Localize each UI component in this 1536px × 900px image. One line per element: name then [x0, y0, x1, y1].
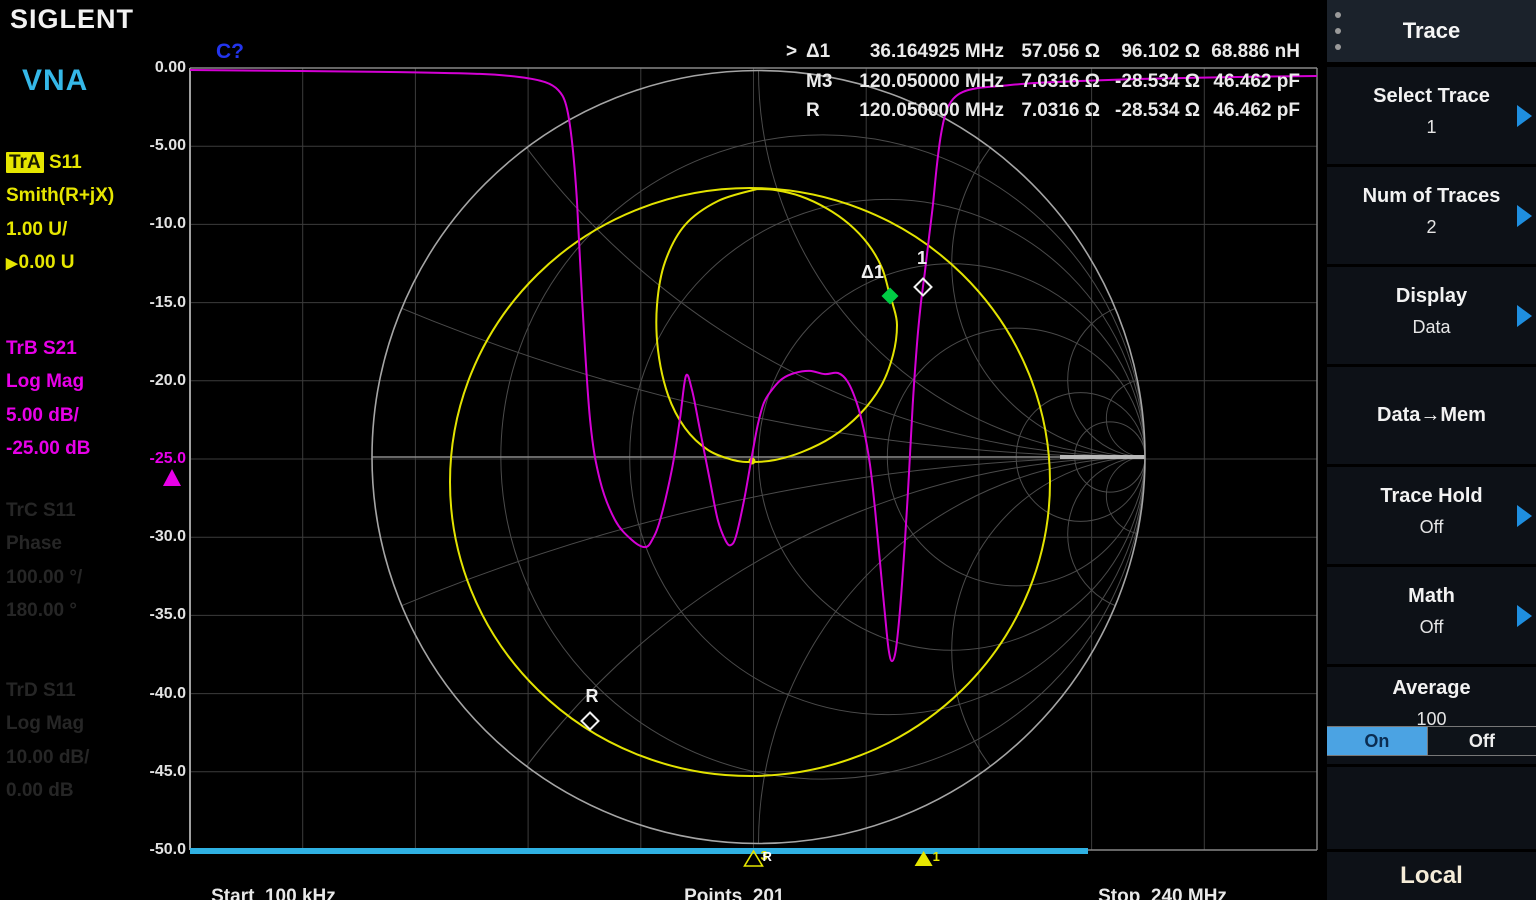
svg-text:R: R — [586, 686, 599, 706]
s11-trace — [450, 188, 1050, 776]
points-count[interactable]: Points 201 — [663, 864, 784, 900]
trace-TrD-detail: 10.00 dB/ — [6, 747, 89, 769]
sweep-progress-bar — [190, 848, 1088, 854]
y-axis-label: -20.0 — [124, 372, 186, 390]
chart-marker-R[interactable]: R — [582, 686, 599, 730]
submenu-arrow-icon — [1517, 605, 1532, 627]
trace-selector-TrC[interactable]: TrC S11 — [6, 500, 76, 522]
menu-drag-handle-icon — [1335, 12, 1341, 50]
marker-readout-row-R: R120.050000 MHz7.0316 Ω-28.534 Ω46.462 p… — [786, 100, 1300, 122]
menu-button-data-mem[interactable]: Data→Mem — [1327, 367, 1536, 464]
trace-selector-TrA[interactable]: TrA S11 — [6, 152, 82, 174]
y-axis-label: -30.0 — [124, 528, 186, 546]
trace-TrD-detail: Log Mag — [6, 713, 84, 735]
smith-grid — [0, 0, 1536, 900]
trace-TrC-detail: 180.00 ° — [6, 600, 77, 622]
menu-button-value: 2 — [1327, 217, 1536, 238]
y-axis-label: -40.0 — [124, 685, 186, 703]
y-axis-label: -35.0 — [124, 606, 186, 624]
brand-logo: SIGLENT — [10, 4, 134, 35]
menu-button-select-trace[interactable]: Select Trace 1 — [1327, 67, 1536, 164]
trace-selector-TrB[interactable]: TrB S21 — [6, 338, 77, 360]
vna-screen: Δ11R3R1 SIGLENT VNA C? TrA S11Smith(R+jX… — [0, 0, 1536, 900]
average-toggle: OnOff — [1327, 726, 1536, 756]
trace-TrA-detail: Smith(R+jX) — [6, 185, 114, 207]
menu-button-label: Average — [1327, 677, 1536, 700]
toggle-on-option[interactable]: On — [1327, 727, 1427, 755]
menu-button-value: 1 — [1327, 117, 1536, 138]
local-button[interactable]: Local — [1327, 852, 1536, 900]
svg-text:R: R — [763, 849, 773, 864]
svg-text:1: 1 — [917, 248, 927, 268]
svg-text:Δ1: Δ1 — [861, 262, 884, 282]
start-frequency[interactable]: Start 100 kHz — [190, 864, 336, 900]
trace-TrB-detail: Log Mag — [6, 371, 84, 393]
trace-selector-TrD[interactable]: TrD S11 — [6, 680, 76, 702]
menu-button-label: Trace Hold — [1327, 485, 1536, 508]
trace-TrC-detail: Phase — [6, 533, 62, 555]
menu-button-display[interactable]: Display Data — [1327, 267, 1536, 364]
y-axis-label: 0.00 — [124, 59, 186, 77]
y-axis-label: -10.0 — [124, 215, 186, 233]
marker-readout-row-M3: M3120.050000 MHz7.0316 Ω-28.534 Ω46.462 … — [786, 71, 1300, 93]
menu-button-value: Off — [1327, 517, 1536, 538]
menu-title: Trace — [1403, 18, 1461, 44]
trace-TrC-detail: 100.00 °/ — [6, 567, 82, 589]
toggle-off-option[interactable]: Off — [1427, 727, 1536, 755]
menu-button-average[interactable]: Average100OnOff — [1327, 667, 1536, 764]
submenu-arrow-icon — [1517, 305, 1532, 327]
menu-empty-slot — [1327, 767, 1536, 849]
y-axis-label: -25.0 — [124, 450, 186, 468]
svg-text:1: 1 — [933, 849, 940, 864]
y-axis-label: -5.00 — [124, 137, 186, 155]
trace-TrA-detail: 1.00 U/ — [6, 219, 67, 241]
menu-button-num-of-traces[interactable]: Num of Traces 2 — [1327, 167, 1536, 264]
soft-menu-panel: Trace Select Trace 1 Num of Traces 2 Display… — [1327, 0, 1536, 900]
submenu-arrow-icon — [1517, 505, 1532, 527]
submenu-arrow-icon — [1517, 205, 1532, 227]
cal-status-indicator: C? — [216, 40, 244, 64]
ref-level-marker[interactable] — [163, 469, 181, 486]
ref-value-arrow-icon: ▶ — [6, 255, 18, 272]
menu-button-value: Off — [1327, 617, 1536, 638]
stop-frequency[interactable]: Stop 240 MHz — [1077, 864, 1227, 900]
menu-button-label: Display — [1327, 285, 1536, 308]
menu-header[interactable]: Trace — [1327, 0, 1536, 64]
menu-button-math[interactable]: Math Off — [1327, 567, 1536, 664]
menu-button-label: Math — [1327, 585, 1536, 608]
trace-TrB-detail: 5.00 dB/ — [6, 405, 79, 427]
trace-TrA-detail: ▶0.00 U — [6, 252, 75, 274]
menu-button-label: Select Trace — [1327, 85, 1536, 108]
marker-readout-row-Δ1: >Δ136.164925 MHz57.056 Ω96.102 Ω68.886 n… — [786, 41, 1300, 63]
menu-button-value: Data — [1327, 317, 1536, 338]
menu-button-label: Data→Mem — [1377, 404, 1486, 427]
chart-canvas: Δ11R3R1 — [0, 0, 1536, 900]
submenu-arrow-icon — [1517, 105, 1532, 127]
trace-TrB-detail: -25.00 dB — [6, 438, 90, 460]
trace-TrD-detail: 0.00 dB — [6, 780, 74, 802]
mode-label: VNA — [22, 64, 88, 98]
y-axis-label: -50.0 — [124, 841, 186, 859]
y-axis-label: -45.0 — [124, 763, 186, 781]
y-axis-label: -15.0 — [124, 294, 186, 312]
menu-button-trace-hold[interactable]: Trace Hold Off — [1327, 467, 1536, 564]
menu-button-label: Num of Traces — [1327, 185, 1536, 208]
